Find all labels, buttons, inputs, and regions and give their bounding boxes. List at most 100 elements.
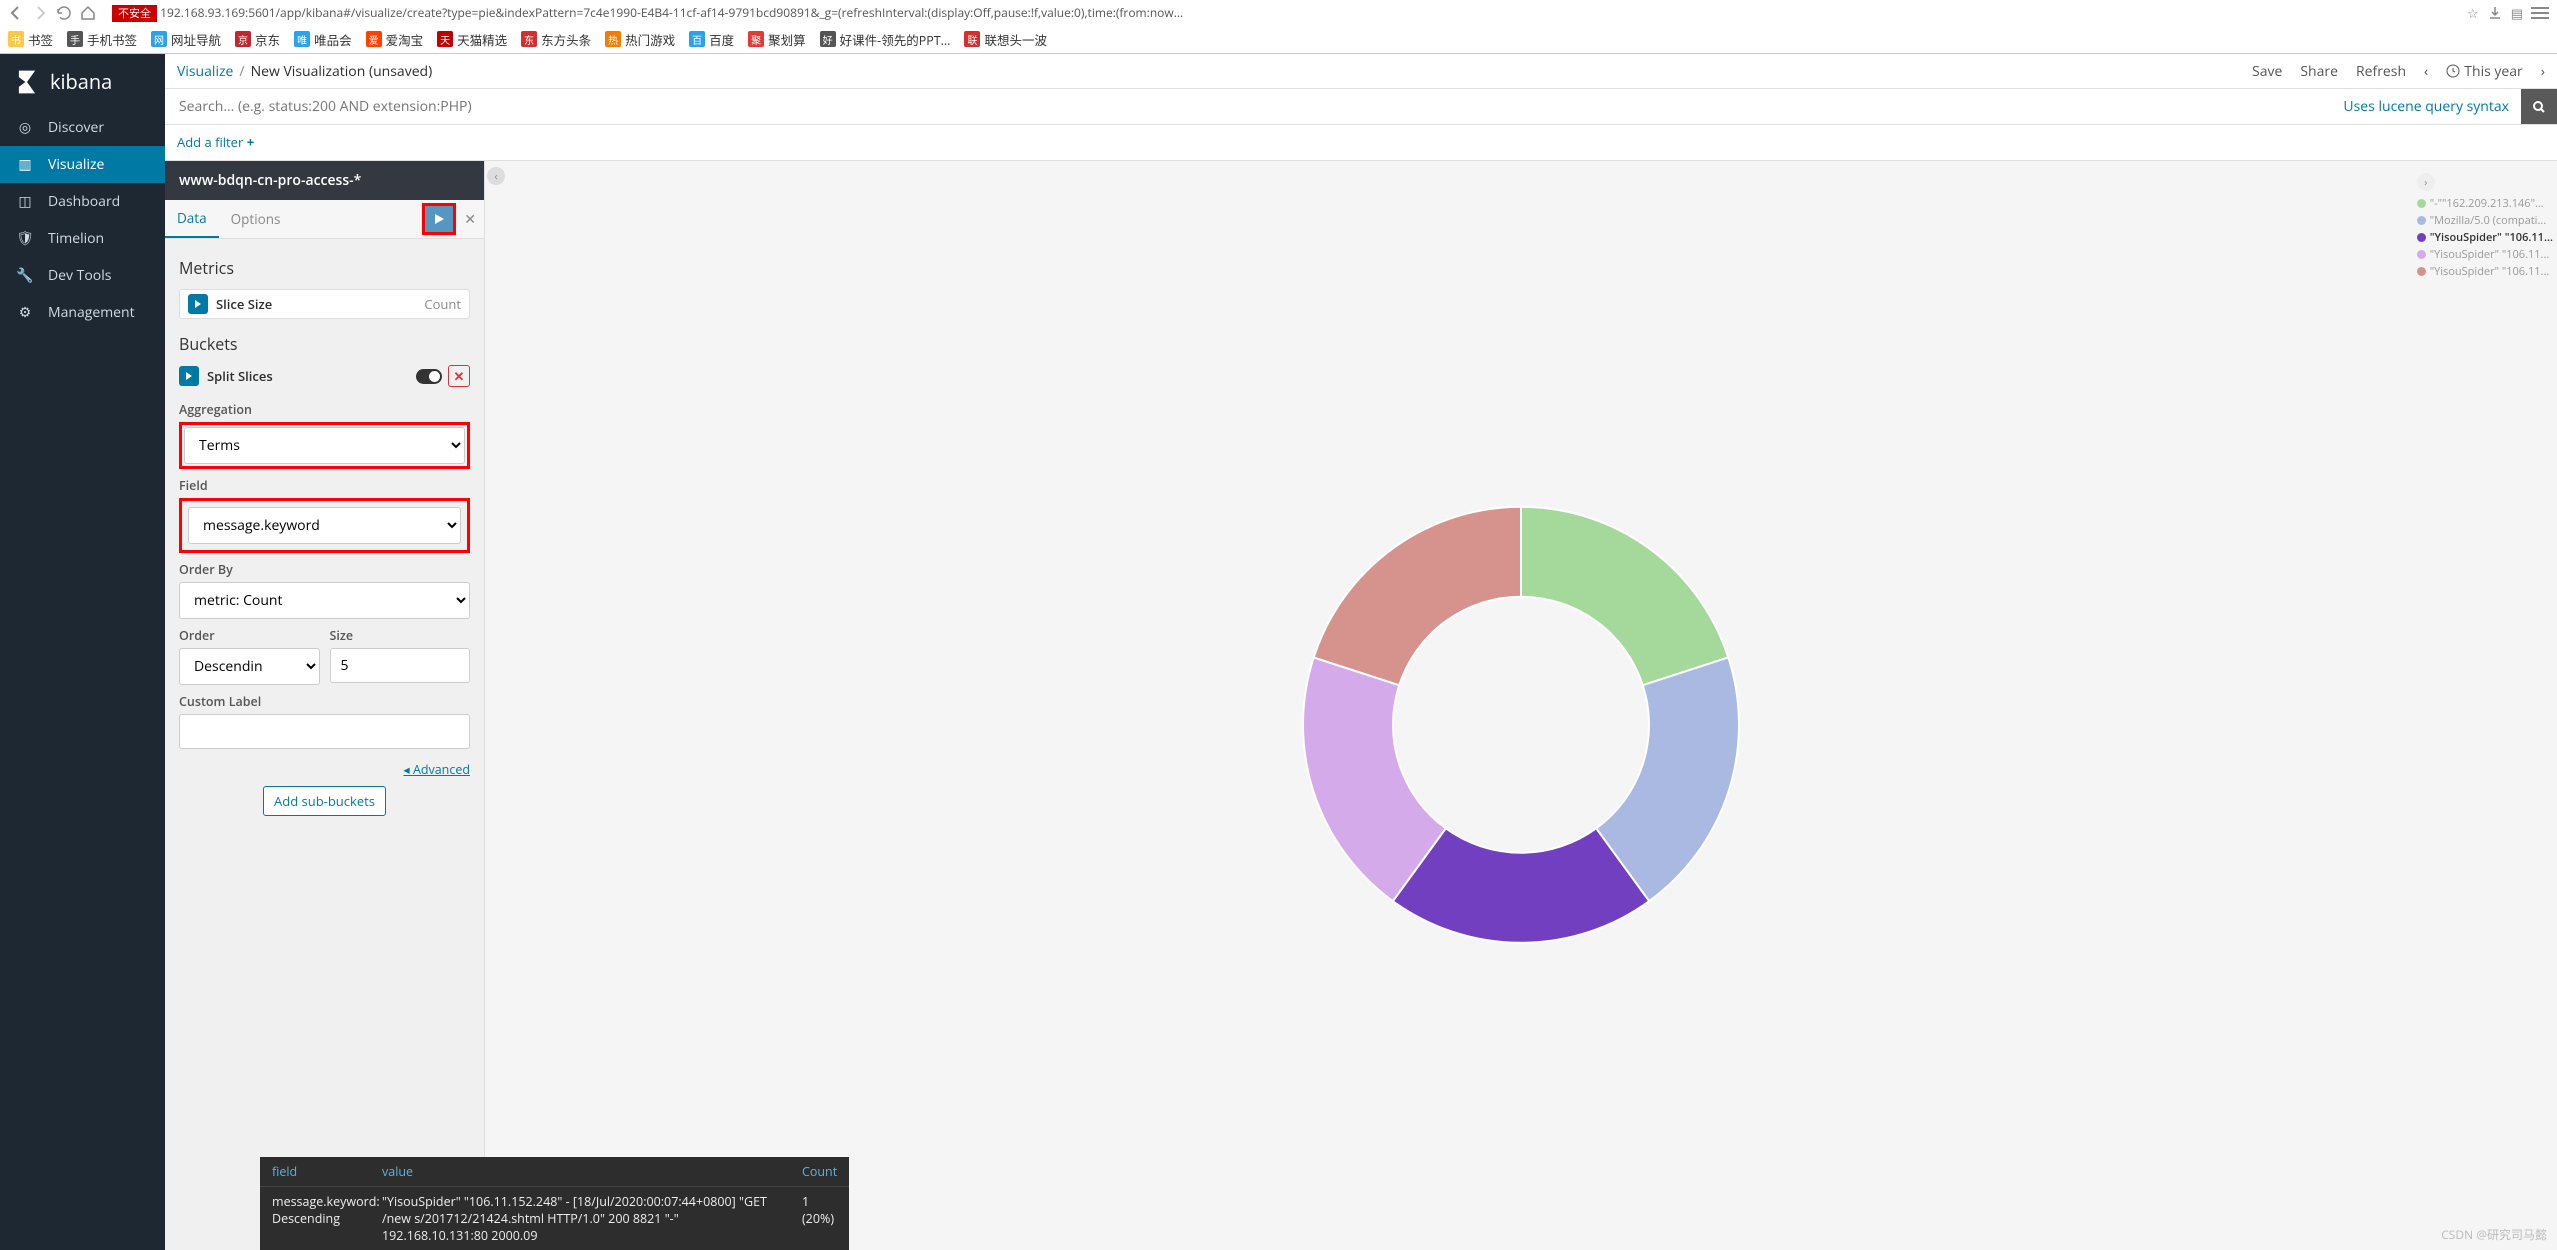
search-submit[interactable] [2521, 89, 2557, 124]
bookmark-item[interactable]: 天天猫精选 [437, 30, 507, 49]
dashboard-icon: ◫ [16, 193, 34, 211]
crumb-visualize[interactable]: Visualize [177, 62, 233, 81]
order-select[interactable]: Descendin [179, 648, 320, 685]
legend-scroll-button[interactable]: › [2417, 173, 2435, 191]
customlabel-input[interactable] [179, 714, 470, 749]
url-bar[interactable]: 不安全 192.168.93.169:5601/app/kibana#/visu… [104, 2, 2459, 23]
crumb-current: New Visualization (unsaved) [251, 62, 433, 81]
legend: › "-""162.209.213.146"..."Mozilla/5.0 (c… [2417, 173, 2553, 280]
sidebar: kibana ◎ Discover ▥ Visualize ◫ Dashboar… [0, 54, 165, 1250]
home-icon[interactable] [80, 5, 96, 21]
reload-icon[interactable] [56, 5, 72, 21]
tab-options[interactable]: Options [219, 201, 293, 237]
legend-item[interactable]: "Mozilla/5.0 (compati... [2417, 212, 2553, 229]
chart-icon: ▥ [16, 156, 34, 174]
tab-data[interactable]: Data [165, 200, 219, 238]
bookmark-item[interactable]: 聚聚划算 [748, 30, 806, 49]
timelion-icon: 🛡 [16, 230, 34, 248]
enable-toggle[interactable] [416, 369, 442, 384]
sidebar-item-timelion[interactable]: 🛡 Timelion [0, 220, 165, 257]
sidebar-item-dashboard[interactable]: ◫ Dashboard [0, 183, 165, 220]
legend-item[interactable]: "YisouSpider" "106.11... [2417, 246, 2553, 263]
order-label: Order [179, 627, 320, 644]
advanced-toggle[interactable]: ◂ Advanced [403, 761, 470, 778]
browser-chrome: 不安全 192.168.93.169:5601/app/kibana#/visu… [0, 0, 2557, 54]
timepicker-next[interactable]: › [2541, 62, 2545, 81]
sidebar-item-management[interactable]: ⚙ Management [0, 294, 165, 331]
discard-changes-button[interactable]: ✕ [456, 210, 484, 229]
breadcrumb: Visualize / New Visualization (unsaved) [177, 62, 432, 81]
bookmark-item[interactable]: 热热门游戏 [605, 30, 675, 49]
ext-icon[interactable]: ▤ [2511, 4, 2523, 22]
bookmark-item[interactable]: 手手机书签 [67, 30, 137, 49]
orderby-label: Order By [179, 561, 470, 578]
bookmark-item[interactable]: 唯唯品会 [294, 30, 352, 49]
pie-slice[interactable] [1521, 506, 1728, 684]
sidebar-item-devtools[interactable]: 🔧 Dev Tools [0, 257, 165, 294]
apply-changes-button[interactable] [422, 203, 456, 235]
play-icon [433, 213, 445, 225]
size-label: Size [330, 627, 471, 644]
search-input[interactable] [165, 89, 2331, 124]
bookmark-item[interactable]: 爱爱淘宝 [366, 30, 424, 49]
field-label: Field [179, 477, 470, 494]
star-icon[interactable]: ☆ [2467, 4, 2479, 22]
size-input[interactable] [330, 648, 471, 683]
search-row: Uses lucene query syntax [165, 89, 2557, 125]
bookmark-item[interactable]: 联联想头一波 [964, 30, 1047, 49]
legend-item[interactable]: "YisouSpider" "106.11... [2417, 263, 2553, 280]
back-icon[interactable] [8, 5, 24, 21]
timepicker-prev[interactable]: ‹ [2424, 62, 2428, 81]
pie-slice[interactable] [1314, 506, 1521, 684]
menu-icon[interactable] [2531, 7, 2549, 19]
bucket-row[interactable]: Split Slices ✕ [179, 365, 470, 387]
bookmark-item[interactable]: 百百度 [689, 30, 734, 49]
sidebar-item-visualize[interactable]: ▥ Visualize [0, 146, 165, 183]
brand-text: kibana [50, 68, 112, 95]
expand-icon[interactable] [179, 366, 199, 386]
url-text: 192.168.93.169:5601/app/kibana#/visualiz… [160, 4, 1183, 21]
aggregation-label: Aggregation [179, 401, 470, 418]
gear-icon: ⚙ [16, 304, 34, 322]
top-bar: Visualize / New Visualization (unsaved) … [165, 54, 2557, 89]
insecure-pill: 不安全 [112, 5, 157, 22]
buckets-heading: Buckets [179, 333, 470, 355]
pie-chart[interactable] [1286, 489, 1756, 959]
download-icon[interactable] [2487, 5, 2503, 21]
forward-icon[interactable] [32, 5, 48, 21]
metric-row[interactable]: Slice Size Count [179, 289, 470, 319]
customlabel-label: Custom Label [179, 693, 470, 710]
aggregation-select[interactable]: Terms [184, 427, 465, 464]
metrics-heading: Metrics [179, 257, 470, 279]
compass-icon: ◎ [16, 119, 34, 137]
sidebar-item-discover[interactable]: ◎ Discover [0, 109, 165, 146]
brand-logo[interactable]: kibana [0, 54, 165, 109]
wrench-icon: 🔧 [16, 267, 34, 285]
timepicker[interactable]: This year [2446, 62, 2523, 81]
expand-icon[interactable] [188, 294, 208, 314]
hover-tooltip: field value Count message.keyword: Desce… [260, 1157, 849, 1250]
legend-item[interactable]: "YisouSpider" "106.11... [2417, 229, 2553, 246]
bookmark-item[interactable]: 网网址导航 [151, 30, 221, 49]
add-filter-link[interactable]: Add a filter + [177, 133, 254, 151]
save-button[interactable]: Save [2252, 62, 2282, 81]
watermark: CSDN @研究司马懿 [2441, 1226, 2547, 1243]
add-sub-buckets-button[interactable]: Add sub-buckets [263, 786, 386, 816]
bookmarks-bar: 书书签手手机书签网网址导航京京东唯唯品会爱爱淘宝天天猫精选东东方头条热热门游戏百… [0, 25, 2557, 53]
index-pattern-title: www-bdqn-cn-pro-access-* [165, 161, 484, 200]
bookmark-item[interactable]: 东东方头条 [521, 30, 591, 49]
legend-item[interactable]: "-""162.209.213.146"... [2417, 195, 2553, 212]
refresh-button[interactable]: Refresh [2356, 62, 2406, 81]
bookmark-item[interactable]: 京京东 [235, 30, 280, 49]
clock-icon [2446, 64, 2460, 78]
search-icon [2532, 100, 2546, 114]
visualization-area: › "-""162.209.213.146"..."Mozilla/5.0 (c… [485, 161, 2557, 1250]
bookmark-item[interactable]: 书书签 [8, 30, 53, 49]
share-button[interactable]: Share [2300, 62, 2338, 81]
orderby-select[interactable]: metric: Count [179, 582, 470, 619]
lucene-link[interactable]: Uses lucene query syntax [2331, 89, 2521, 124]
bookmark-item[interactable]: 好好课件-领先的PPT... [820, 30, 951, 49]
config-panel: www-bdqn-cn-pro-access-* Data Options ✕ … [165, 161, 485, 1250]
delete-bucket-button[interactable]: ✕ [448, 365, 470, 387]
field-select[interactable]: message.keyword [188, 507, 461, 544]
